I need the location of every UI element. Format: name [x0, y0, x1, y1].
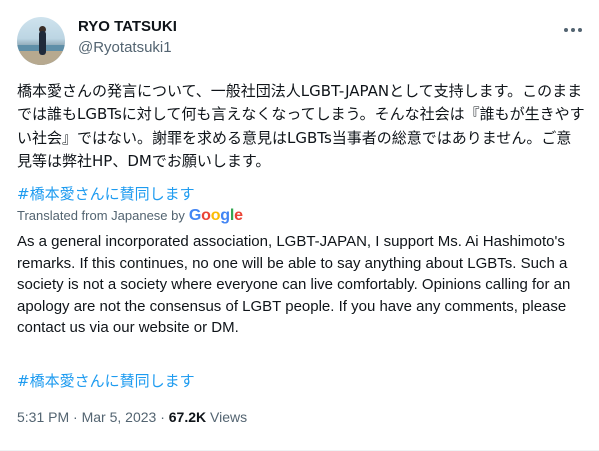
- author-name[interactable]: RYO TATSUKI: [78, 17, 177, 37]
- tweet-time[interactable]: 5:31 PM: [17, 409, 69, 425]
- more-options-icon: [564, 28, 582, 32]
- views-label: Views: [210, 409, 248, 425]
- tweet-meta: 5:31 PM · Mar 5, 2023 · 67.2K Views: [17, 407, 247, 427]
- tweet-text-original: 橋本愛さんの発言について、一般社団法人LGBT-JAPANとして支持します。この…: [17, 82, 585, 170]
- more-options-button[interactable]: [561, 18, 585, 42]
- tweet-text-translated: As a general incorporated association, L…: [17, 233, 571, 337]
- views-count: 67.2K: [168, 409, 207, 425]
- tweet: RYO TATSUKI @Ryotatsuki1 橋本愛さんの発言について、一般…: [0, 0, 599, 451]
- meta-separator-2: ·: [160, 409, 165, 425]
- translated-hashtag-link[interactable]: #橋本愛さんに賛同します: [17, 371, 195, 391]
- meta-separator: ·: [73, 409, 78, 425]
- hashtag-link[interactable]: #橋本愛さんに賛同します: [17, 184, 195, 204]
- translation-attribution: Translated from Japanese by Google: [17, 207, 243, 225]
- translated-from-label: Translated from Japanese by: [17, 208, 185, 223]
- tweet-date[interactable]: Mar 5, 2023: [82, 409, 157, 425]
- avatar[interactable]: [17, 17, 65, 65]
- author-handle[interactable]: @Ryotatsuki1: [78, 38, 172, 58]
- google-logo[interactable]: Google: [189, 207, 243, 225]
